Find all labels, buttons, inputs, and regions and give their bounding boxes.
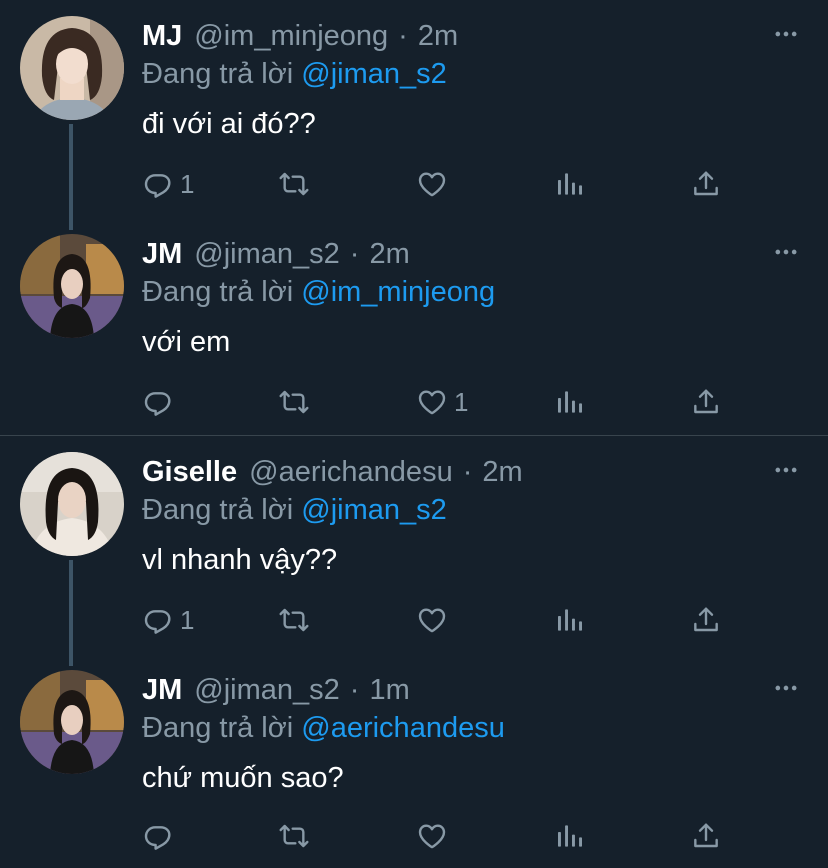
replying-to: Đang trả lời @jiman_s2 xyxy=(142,490,447,530)
action-bar: 1 xyxy=(142,164,742,204)
share-button[interactable] xyxy=(690,164,722,204)
avatar[interactable] xyxy=(20,16,124,120)
tweet-text: với em xyxy=(142,326,231,358)
mention-link[interactable]: @im_minjeong xyxy=(293,276,495,308)
reply-button[interactable] xyxy=(142,816,174,856)
replying-label: Đang trả lời xyxy=(142,712,294,744)
more-options-icon[interactable] xyxy=(772,20,800,48)
tweet[interactable]: MJ @im_minjeong · 2m Đang trả lời @jiman_… xyxy=(0,0,828,218)
separator-dot: · xyxy=(398,20,408,52)
mention-link[interactable]: @aerichandesu xyxy=(293,712,505,744)
share-button[interactable] xyxy=(690,816,722,856)
heart-icon xyxy=(416,168,448,200)
share-icon xyxy=(690,386,722,418)
action-bar: 1 xyxy=(142,600,742,640)
retweet-button[interactable] xyxy=(278,600,310,640)
more-options-icon[interactable] xyxy=(772,456,800,484)
avatar[interactable] xyxy=(20,670,124,774)
reply-icon xyxy=(142,168,174,200)
analytics-icon xyxy=(554,168,586,200)
username[interactable]: @jiman_s2 xyxy=(194,234,340,274)
retweet-icon xyxy=(278,168,310,200)
separator-dot: · xyxy=(349,238,360,270)
heart-icon xyxy=(416,604,448,636)
retweet-button[interactable] xyxy=(278,816,310,856)
reply-icon xyxy=(142,604,174,636)
tweet-text: chứ muốn sao? xyxy=(142,762,344,794)
separator-dot: · xyxy=(349,674,360,706)
analytics-button[interactable] xyxy=(554,382,586,422)
analytics-button[interactable] xyxy=(554,816,586,856)
analytics-button[interactable] xyxy=(554,600,586,640)
display-name[interactable]: JM xyxy=(142,670,182,710)
display-name[interactable]: MJ xyxy=(142,16,182,56)
action-bar: 1 xyxy=(142,382,742,422)
username[interactable]: @aerichandesu xyxy=(249,452,453,492)
username[interactable]: @im_minjeong xyxy=(194,16,388,56)
like-button[interactable] xyxy=(416,164,448,204)
replying-label: Đang trả lời xyxy=(142,276,294,308)
retweet-icon xyxy=(278,604,310,636)
mention-link[interactable]: @jiman_s2 xyxy=(293,494,447,526)
tweet-header: JM @jiman_s2 · 1m xyxy=(142,670,410,710)
share-icon xyxy=(690,604,722,636)
share-button[interactable] xyxy=(690,600,722,640)
separator-dot: · xyxy=(462,456,473,488)
like-count: 1 xyxy=(454,387,469,417)
display-name[interactable]: Giselle xyxy=(142,452,237,492)
display-name[interactable]: JM xyxy=(142,234,182,274)
more-options-icon[interactable] xyxy=(772,674,800,702)
timestamp[interactable]: 2m xyxy=(482,452,522,492)
reply-count: 1 xyxy=(180,605,195,635)
tweet[interactable]: JM @jiman_s2 · 1m Đang trả lời @aerichand… xyxy=(0,654,828,868)
timestamp[interactable]: 2m xyxy=(369,234,409,274)
replying-to: Đang trả lời @aerichandesu xyxy=(142,708,505,748)
avatar[interactable] xyxy=(20,234,124,338)
share-icon xyxy=(690,168,722,200)
like-button[interactable] xyxy=(416,600,448,640)
tweet-text: đi với ai đó?? xyxy=(142,108,316,140)
share-icon xyxy=(690,820,722,852)
replying-to: Đang trả lời @jiman_s2 xyxy=(142,54,447,94)
reply-icon xyxy=(142,386,174,418)
replying-label: Đang trả lời xyxy=(142,494,294,526)
tweet-text: vl nhanh vậy?? xyxy=(142,544,338,576)
reply-button[interactable] xyxy=(142,382,174,422)
timestamp[interactable]: 1m xyxy=(369,670,409,710)
replying-label: Đang trả lời xyxy=(142,58,294,90)
avatar[interactable] xyxy=(20,452,124,556)
analytics-icon xyxy=(554,386,586,418)
analytics-button[interactable] xyxy=(554,164,586,204)
reply-count: 1 xyxy=(180,169,195,199)
retweet-icon xyxy=(278,386,310,418)
tweet[interactable]: JM @jiman_s2 · 2m Đang trả lời @im_minjeo… xyxy=(0,218,828,435)
heart-icon xyxy=(416,386,448,418)
share-button[interactable] xyxy=(690,382,722,422)
action-bar xyxy=(142,816,742,856)
tweet[interactable]: Giselle @aerichandesu · 2m Đang trả lời @… xyxy=(0,436,828,654)
retweet-button[interactable] xyxy=(278,382,310,422)
reply-button[interactable]: 1 xyxy=(142,164,194,204)
analytics-icon xyxy=(554,604,586,636)
retweet-icon xyxy=(278,820,310,852)
retweet-button[interactable] xyxy=(278,164,310,204)
tweet-header: JM @jiman_s2 · 2m xyxy=(142,234,410,274)
mention-link[interactable]: @jiman_s2 xyxy=(293,58,447,90)
reply-icon xyxy=(142,820,174,852)
more-options-icon[interactable] xyxy=(772,238,800,266)
reply-button[interactable]: 1 xyxy=(142,600,194,640)
username[interactable]: @jiman_s2 xyxy=(194,670,340,710)
like-button[interactable]: 1 xyxy=(416,382,468,422)
analytics-icon xyxy=(554,820,586,852)
timestamp[interactable]: 2m xyxy=(418,16,458,56)
like-button[interactable] xyxy=(416,816,448,856)
tweet-header: Giselle @aerichandesu · 2m xyxy=(142,452,523,492)
heart-icon xyxy=(416,820,448,852)
tweet-header: MJ @im_minjeong · 2m xyxy=(142,16,458,56)
replying-to: Đang trả lời @im_minjeong xyxy=(142,272,495,312)
